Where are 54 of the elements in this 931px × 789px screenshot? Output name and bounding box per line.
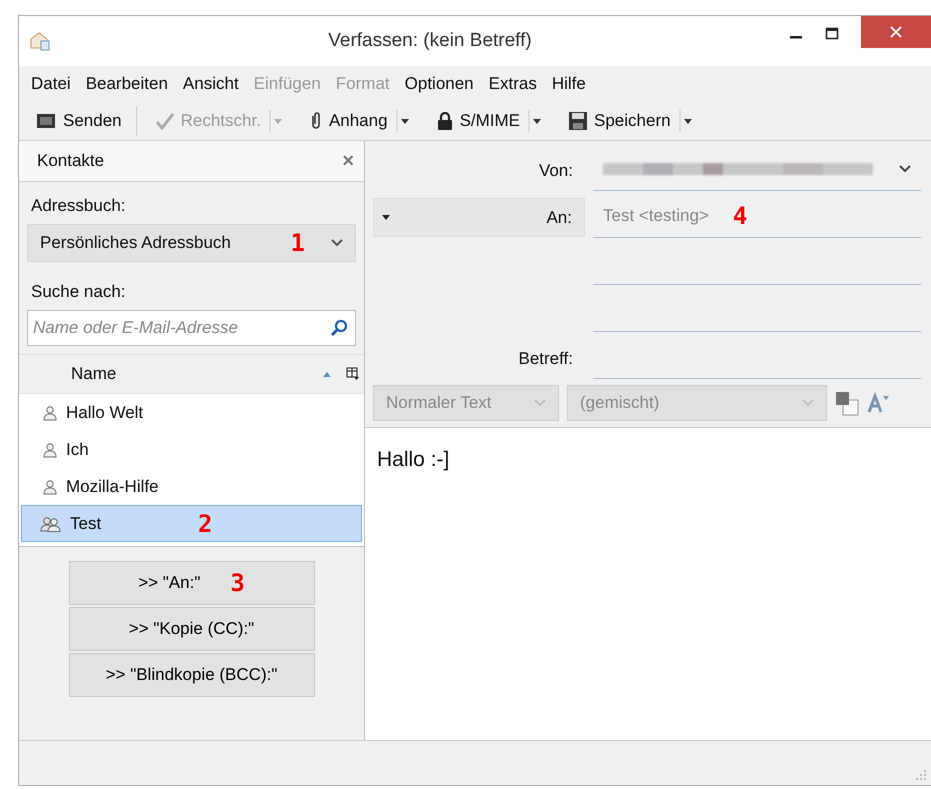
sort-ascending-icon (322, 371, 332, 377)
message-body[interactable]: Hallo :-] (377, 448, 450, 471)
text-color-icon[interactable] (835, 390, 859, 416)
annotation-number: 4 (732, 204, 748, 228)
annotation-number: 2 (198, 512, 212, 536)
search-label: Suche nach: (31, 282, 127, 302)
menu-item[interactable]: Optionen (404, 74, 474, 94)
person-icon (42, 478, 58, 494)
column-picker-icon[interactable] (346, 367, 360, 381)
add-recipient-button[interactable]: >> "An:" 3 (68, 561, 314, 605)
contact-item[interactable]: Test 2 (21, 505, 362, 542)
chevron-icon (899, 164, 911, 172)
toolbar-button[interactable]: Senden (31, 108, 126, 134)
group-icon (40, 516, 62, 532)
annotation-number: 1 (290, 231, 305, 255)
chevron-icon (331, 239, 343, 247)
subject-label: Betreff: (518, 348, 573, 368)
sidebar-title: Kontakte (37, 151, 104, 171)
lock-icon (436, 111, 454, 131)
from-label: Von: (538, 160, 573, 180)
menu-item[interactable]: Extras (488, 74, 537, 94)
checkmark-icon (154, 112, 175, 130)
toolbar-button[interactable]: Speichern (564, 108, 675, 134)
search-icon (330, 319, 348, 337)
menu-item[interactable]: Hilfe (552, 74, 586, 94)
search-field[interactable]: Name oder E-Mail-Adresse (27, 310, 356, 346)
addressbook-dropdown[interactable]: Persönliches Adressbuch 1 (27, 224, 356, 262)
menu-item[interactable]: Ansicht (182, 74, 239, 94)
menu-item[interactable]: Bearbeiten (86, 74, 168, 94)
chevron-icon (802, 399, 814, 407)
contact-item[interactable]: Hallo Welt (21, 394, 362, 431)
chevron-icon (534, 399, 546, 407)
close-button[interactable] (861, 16, 931, 48)
envelope-icon (29, 31, 51, 51)
caret-icon (382, 215, 390, 220)
resize-grip-icon[interactable] (915, 769, 927, 781)
toolbar-button[interactable]: S/MIME (432, 108, 524, 134)
add-recipient-button[interactable]: >> "Kopie (CC):" (68, 607, 314, 651)
font-size-icon[interactable] (867, 392, 891, 414)
window-title: Verfassen: (kein Betreff) (327, 30, 533, 52)
contact-item[interactable]: Ich (21, 431, 362, 468)
close-icon (890, 26, 902, 38)
toolbar-button[interactable]: Anhang (304, 108, 392, 134)
person-icon (42, 404, 58, 420)
maximize-icon[interactable] (825, 27, 839, 41)
contact-item[interactable]: Mozilla-Hilfe (21, 468, 362, 505)
recipient-type-dropdown[interactable]: An: (373, 198, 585, 237)
add-recipient-button[interactable]: >> "Blindkopie (BCC):" (68, 653, 314, 697)
addressbook-label: Adressbuch: (31, 196, 126, 216)
close-icon[interactable]: × (342, 150, 354, 172)
recipient-field[interactable]: Test <testing> 4 (593, 194, 921, 238)
send-icon (35, 111, 57, 131)
person-icon (42, 442, 58, 458)
menu-item[interactable]: Datei (31, 74, 71, 94)
